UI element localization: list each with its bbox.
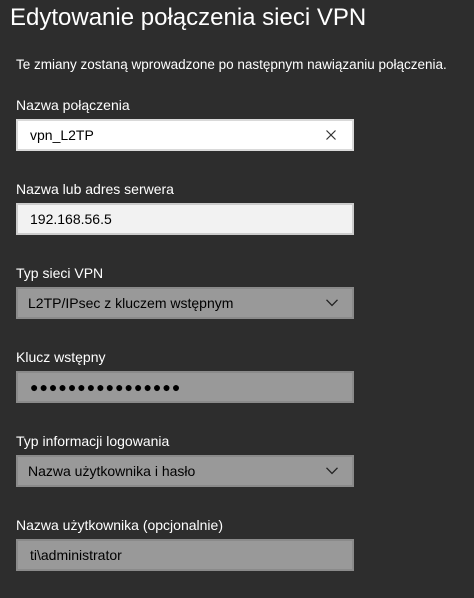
preshared-key-label: Klucz wstępny: [16, 349, 106, 365]
sign-in-type-selected: Nazwa użytkownika i hasło: [28, 463, 196, 479]
sign-in-type-dropdown[interactable]: Nazwa użytkownika i hasło: [16, 455, 354, 487]
sign-in-type-label: Typ informacji logowania: [16, 433, 170, 449]
vpn-type-selected: L2TP/IPsec z kluczem wstępnym: [28, 295, 234, 311]
dialog-title: Edytowanie połączenia sieci VPN: [10, 4, 367, 31]
connection-name-value: vpn_L2TP: [30, 127, 94, 143]
username-value: ti\administrator: [30, 547, 122, 563]
vpn-type-dropdown[interactable]: L2TP/IPsec z kluczem wstępnym: [16, 287, 354, 319]
dialog-subtitle: Te zmiany zostaną wprowadzone po następn…: [16, 57, 447, 72]
username-field[interactable]: ti\administrator: [16, 539, 354, 571]
server-value: 192.168.56.5: [30, 211, 112, 227]
vpn-type-label: Typ sieci VPN: [16, 265, 104, 281]
connection-name-label: Nazwa połączenia: [16, 97, 130, 113]
preshared-key-field[interactable]: ●●●●●●●●●●●●●●●●: [16, 371, 354, 403]
chevron-down-icon: [324, 463, 340, 479]
preshared-key-value: ●●●●●●●●●●●●●●●●: [30, 379, 182, 395]
close-icon[interactable]: [322, 126, 340, 144]
username-label: Nazwa użytkownika (opcjonalnie): [16, 517, 223, 533]
connection-name-field[interactable]: vpn_L2TP: [16, 119, 354, 151]
vpn-edit-dialog: Edytowanie połączenia sieci VPN Te zmian…: [0, 0, 474, 598]
server-field[interactable]: 192.168.56.5: [16, 203, 354, 235]
chevron-down-icon: [324, 295, 340, 311]
server-label: Nazwa lub adres serwera: [16, 181, 174, 197]
